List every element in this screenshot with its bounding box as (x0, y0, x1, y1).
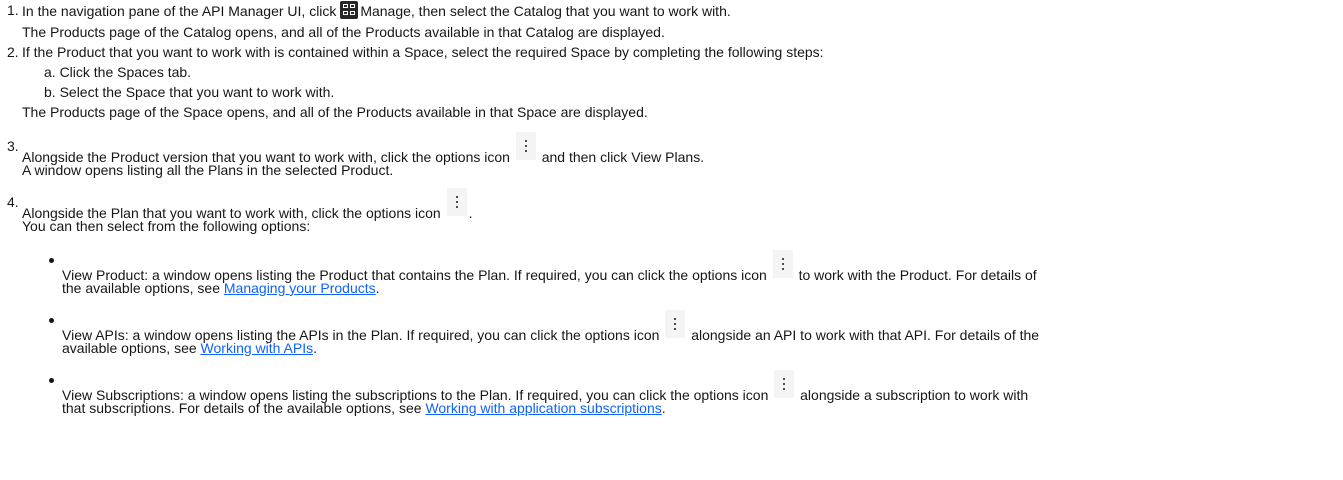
substeps: a. Click the Spaces tab. b. Select the S… (22, 62, 1335, 102)
step-number: 1. (7, 2, 19, 18)
option-view-apis: View APIs: a window opens listing the AP… (48, 310, 1335, 358)
overflow-menu-vertical-icon[interactable] (774, 370, 795, 398)
step-result: The Products page of the Catalog opens, … (22, 24, 665, 40)
overflow-menu-vertical-icon[interactable] (515, 132, 536, 160)
manage-grid-icon[interactable] (340, 1, 359, 19)
step-result: You can then select from the following o… (22, 218, 311, 234)
step-text: Alongside the Product version that you w… (22, 132, 1335, 165)
options-list: View Product: a window opens listing the… (22, 250, 1335, 418)
step-number: 2. (7, 44, 19, 60)
step-1: 1. In the navigation pane of the API Man… (7, 0, 1335, 42)
procedure-steps: 1. In the navigation pane of the API Man… (0, 0, 1343, 418)
step-number: 3. (7, 138, 19, 154)
step-result: The Products page of the Space opens, an… (22, 104, 648, 120)
step-text: In the navigation pane of the API Manage… (22, 1, 731, 19)
step-4: 4. Alongside the Plan that you want to w… (7, 188, 1335, 418)
step-2: 2. If the Product that you want to work … (7, 42, 1335, 122)
substep-a: a. Click the Spaces tab. (44, 64, 192, 80)
managing-products-link[interactable]: Managing your Products (224, 280, 376, 296)
substep-b: b. Select the Space that you want to wor… (44, 84, 335, 100)
option-view-product: View Product: a window opens listing the… (48, 250, 1335, 298)
working-with-subscriptions-link[interactable]: Working with application subscriptions (425, 400, 661, 416)
option-view-subscriptions: View Subscriptions: a window opens listi… (48, 370, 1335, 418)
working-with-apis-link[interactable]: Working with APIs (201, 340, 314, 356)
step-number: 4. (7, 194, 19, 210)
overflow-menu-vertical-icon[interactable] (665, 310, 686, 338)
overflow-menu-vertical-icon[interactable] (446, 188, 467, 216)
step-text: Alongside the Plan that you want to work… (22, 188, 1335, 221)
overflow-menu-vertical-icon[interactable] (772, 250, 793, 278)
step-text: If the Product that you want to work wit… (22, 44, 824, 60)
step-3: 3. Alongside the Product version that yo… (7, 132, 1335, 180)
